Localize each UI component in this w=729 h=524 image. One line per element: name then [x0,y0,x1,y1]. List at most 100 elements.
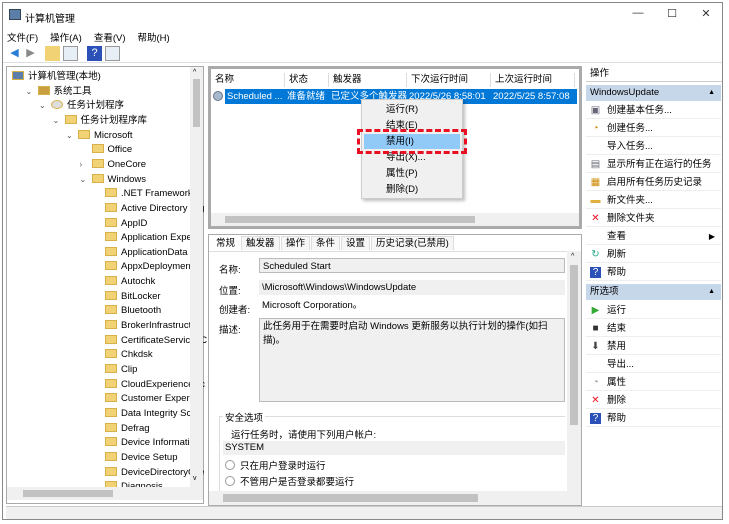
radio-logged-on[interactable] [225,460,235,470]
chevron-down-icon[interactable]: ⌄ [66,129,73,143]
action-item[interactable]: ▬ 新文件夹... [586,192,721,209]
tree-vertical-scrollbar[interactable]: ^ v [190,67,203,487]
action-item[interactable]: ▦ 启用所有任务历史记录 [586,174,721,191]
tree-item-label: Windows [107,173,147,185]
details-vertical-scrollbar[interactable]: ^ [567,251,581,491]
tree-item[interactable]: Customer Experien [105,392,202,406]
tab-0[interactable]: 常规 [211,236,241,250]
tree-item-label: Device Setup [121,451,178,463]
action-label: 帮助 [607,267,627,278]
tree-item[interactable]: Autochk [105,275,155,289]
navigation-tree: 计算机管理(本地) ⌄ 系统工具 ⌄ 任务计划程序 ⌄ 任务计划程序库 ⌄ Microsoft O… [6,66,207,504]
column-status[interactable]: 状态 [285,73,329,87]
help-icon[interactable]: ? [87,46,102,61]
window-title: 计算机管理 [25,14,75,25]
tree-item[interactable]: ApplicationData [105,246,188,260]
folder-icon [105,451,117,461]
help-icon: ? [590,267,601,278]
radio-always-label: 不管用户是否登录都要运行 [240,477,355,488]
action-item[interactable]: ✕ 删除文件夹 [586,210,721,227]
action-item[interactable]: 查看 ▶ [586,228,721,245]
action-item[interactable]: ▣ 创建基本任务... [586,102,721,119]
chevron-down-icon[interactable]: ⌄ [39,99,46,113]
tree-item[interactable]: Office [91,143,133,157]
details-horizontal-scrollbar[interactable] [209,491,581,505]
menu-item-delete[interactable]: 删除(D) [386,182,418,197]
name-field[interactable]: Scheduled Start [259,258,565,273]
menu-file[interactable]: 文件(F) [7,30,38,44]
section-selected-item[interactable]: 所选项 ▲ [586,284,721,300]
show-action-pane-icon[interactable] [105,46,120,61]
tree-item[interactable]: ⌄ 系统工具 [26,85,92,99]
chevron-right-icon[interactable]: › [80,158,83,172]
chevron-down-icon[interactable]: ⌄ [53,114,60,128]
tree-item[interactable]: ⌄ 任务计划程序 [39,99,124,113]
column-trigger[interactable]: 触发器 [329,73,407,87]
back-icon[interactable]: ◀ [7,46,22,61]
show-hide-tree-icon[interactable] [63,46,78,61]
action-item[interactable]: ▤ 显示所有正在运行的任务 [586,156,721,173]
chevron-down-icon[interactable]: ⌄ [80,173,87,187]
list-horizontal-scrollbar[interactable] [211,213,579,226]
menu-action[interactable]: 操作(A) [50,30,82,44]
up-folder-icon[interactable] [45,46,60,61]
action-item[interactable]: ⬇ 禁用 [586,338,721,355]
tree-item[interactable]: Defrag [105,422,150,436]
tree-item-label: Chkdsk [121,349,153,361]
tab-2[interactable]: 操作 [281,236,311,250]
action-item[interactable]: ▶ 运行 [586,302,721,319]
tab-1[interactable]: 触发器 [241,236,280,250]
tree-item[interactable]: Application Experie [105,231,202,245]
menu-item-run[interactable]: 运行(R) [386,102,418,117]
tab-5[interactable]: 历史记录(已禁用) [371,236,454,250]
column-name[interactable]: 名称 [211,73,285,87]
tree-item[interactable]: Device Setup [105,451,178,465]
action-item[interactable]: ■ 结束 [586,320,721,337]
tree-item[interactable]: Device Information [105,436,200,450]
menu-item-properties[interactable]: 属性(P) [386,166,418,181]
tree-item[interactable]: Data Integrity Scan [105,407,202,421]
menu-view[interactable]: 查看(V) [94,30,126,44]
minimize-button[interactable]: — [625,7,651,25]
tree-item[interactable]: ⌄ 任务计划程序库 [53,114,147,128]
menu-help[interactable]: 帮助(H) [137,30,169,44]
tree-item[interactable]: Clip [105,363,137,377]
tree-horizontal-scrollbar[interactable] [7,487,203,500]
description-field[interactable]: 此任务用于在需要时启动 Windows 更新服务以执行计划的操作(如扫描)。 [259,318,565,402]
tab-3[interactable]: 条件 [311,236,341,250]
tree-item[interactable]: Chkdsk [105,348,153,362]
tree-item[interactable]: AppxDeploymentCl [105,260,202,274]
maximize-button[interactable]: ☐ [659,7,685,25]
action-item[interactable]: ◔ 属性 [586,374,721,391]
tree-item[interactable]: ⌄ Microsoft [66,129,133,143]
tree-item-label: AppID [121,217,148,229]
action-item[interactable]: ? 帮助 [586,410,721,427]
forward-icon[interactable]: ▶ [23,46,38,61]
tab-4[interactable]: 设置 [341,236,371,250]
tree-item[interactable]: ⌄ Windows [80,173,147,187]
radio-always[interactable] [225,476,235,486]
clock-icon [213,91,223,101]
action-item[interactable]: ✕ 删除 [586,392,721,409]
tree-item[interactable]: BrokerInfrastructur [105,319,200,333]
tree-item-label: Office [107,144,133,156]
tree-item[interactable]: AppID [105,217,147,231]
tree-item[interactable]: 计算机管理(本地) [12,70,101,84]
tree-item[interactable]: Bluetooth [105,304,161,318]
action-item[interactable]: 导出... [586,356,721,373]
tree-item-label: ApplicationData [121,246,188,258]
tree-item[interactable]: BitLocker [105,290,161,304]
submenu-arrow-icon: ▶ [708,232,715,241]
action-item[interactable]: ↻ 刷新 [586,246,721,263]
tree-item[interactable]: › OneCore [80,158,146,172]
action-item[interactable]: 导入任务... [586,138,721,155]
action-item[interactable]: ◔ 创建任务... [586,120,721,137]
column-last-run[interactable]: 上次运行时间 [491,73,575,87]
chevron-down-icon[interactable]: ⌄ [26,85,33,99]
action-item[interactable]: ? 帮助 [586,264,721,281]
close-button[interactable]: ✕ [693,7,719,25]
tree-item[interactable]: .NET Framework [105,187,193,201]
column-next-run[interactable]: 下次运行时间 [407,73,491,87]
account-field: SYSTEM [223,441,565,455]
section-windowsupdate[interactable]: WindowsUpdate ▲ [586,85,721,101]
